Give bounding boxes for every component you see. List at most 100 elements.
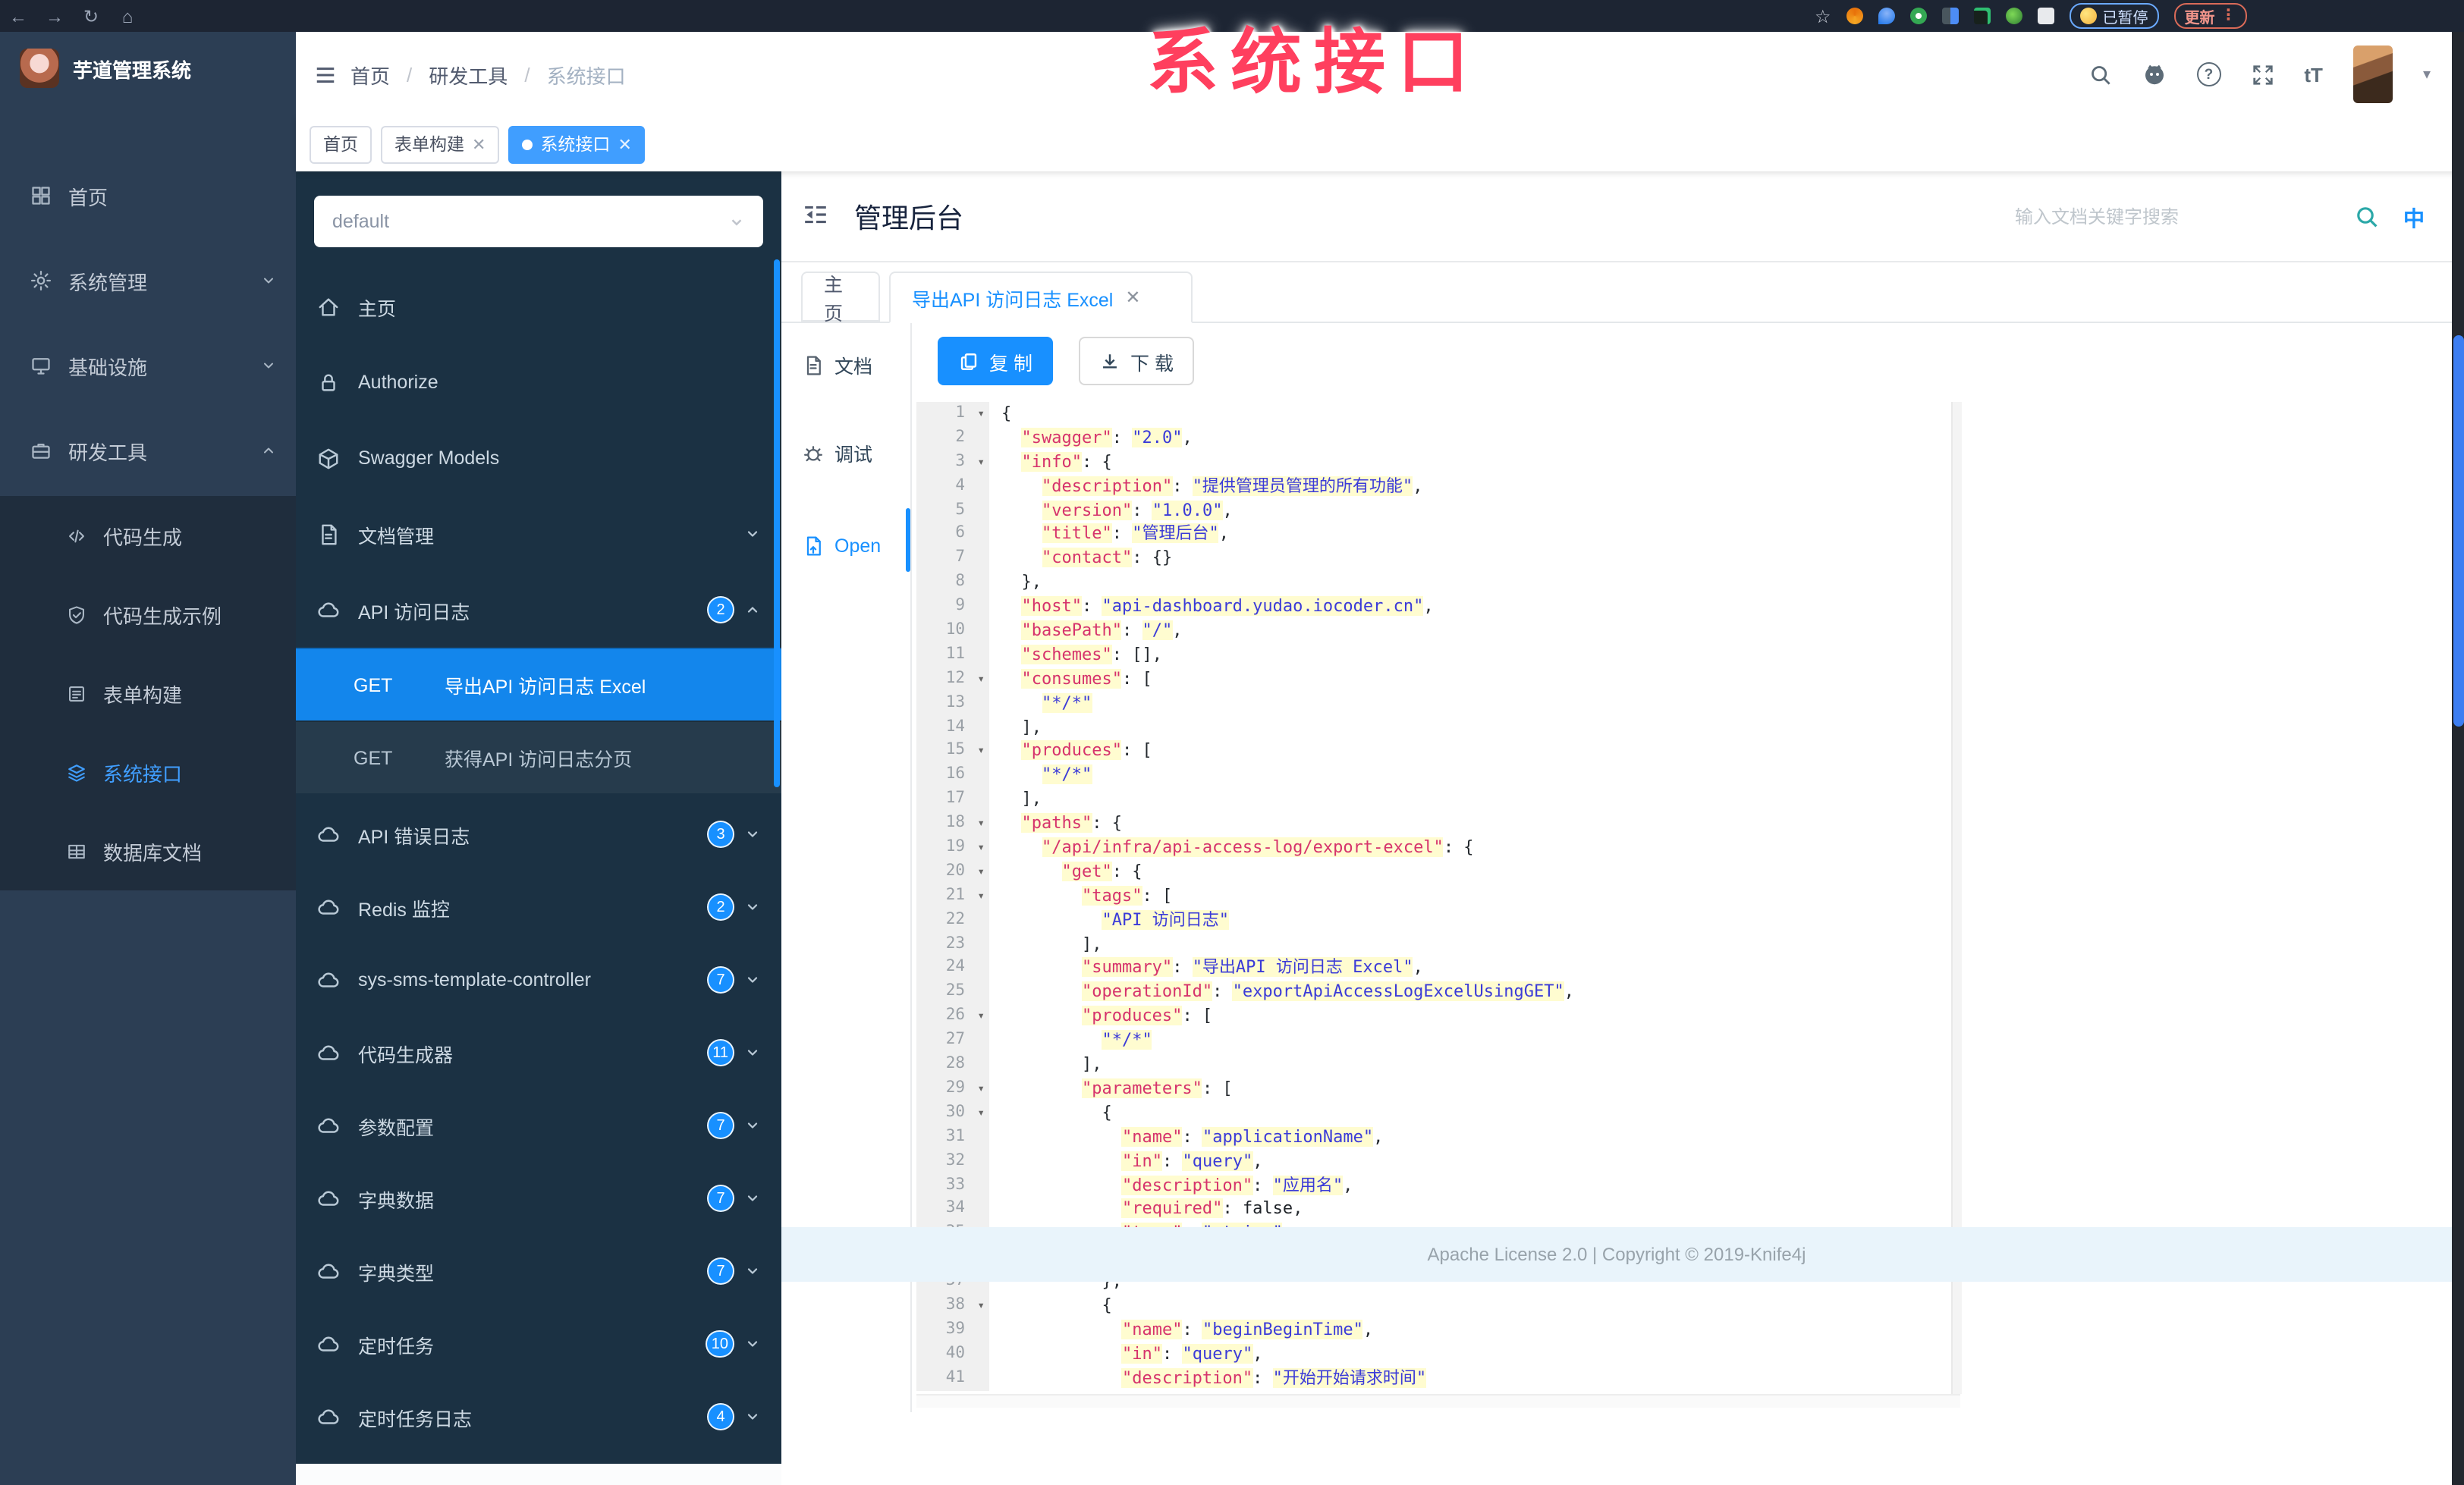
- extension-icon[interactable]: [1941, 8, 1959, 24]
- breadcrumb-item[interactable]: 系统接口: [547, 60, 626, 89]
- swagger-nav-主页[interactable]: 主页: [296, 268, 781, 344]
- swagger-group-定时任务日志[interactable]: 定时任务日志 4: [296, 1379, 781, 1455]
- fold-caret-icon[interactable]: ▾: [977, 812, 985, 836]
- fold-caret-icon[interactable]: ▾: [977, 1101, 985, 1126]
- extension-icon[interactable]: [1878, 8, 1895, 24]
- line-number[interactable]: 23: [916, 932, 989, 956]
- swagger-nav-Authorize[interactable]: Authorize: [296, 344, 781, 420]
- tag-tab-系统接口[interactable]: 系统接口 ✕: [508, 125, 646, 163]
- line-number[interactable]: 33: [916, 1173, 989, 1198]
- swagger-group-定时任务[interactable]: 定时任务 10: [296, 1306, 781, 1382]
- line-number[interactable]: 24: [916, 956, 989, 981]
- api-group-select[interactable]: default: [314, 196, 763, 247]
- tag-tab-表单构建[interactable]: 表单构建 ✕: [381, 125, 500, 163]
- swagger-group-字典类型[interactable]: 字典类型 7: [296, 1233, 781, 1309]
- extension-icon[interactable]: [1973, 8, 1991, 24]
- fold-caret-icon[interactable]: ▾: [977, 402, 985, 426]
- line-number[interactable]: 12 ▾: [916, 667, 989, 692]
- line-number[interactable]: 7: [916, 546, 989, 571]
- line-number[interactable]: 2: [916, 425, 989, 451]
- swagger-nav-API 访问日志[interactable]: API 访问日志 2: [296, 572, 781, 648]
- line-number[interactable]: 1 ▾: [916, 402, 989, 426]
- line-number[interactable]: 6: [916, 522, 989, 547]
- sidebar-subitem-表单构建[interactable]: 表单构建: [0, 654, 296, 733]
- extension-icon[interactable]: [2005, 8, 2022, 24]
- line-number[interactable]: 5: [916, 498, 989, 523]
- line-number[interactable]: 27: [916, 1028, 989, 1053]
- fold-caret-icon[interactable]: ▾: [977, 1294, 985, 1318]
- breadcrumb-item[interactable]: 首页: [350, 60, 390, 89]
- line-number[interactable]: 41: [916, 1366, 989, 1391]
- line-number[interactable]: 15 ▾: [916, 739, 989, 764]
- line-number[interactable]: 22: [916, 908, 989, 933]
- fold-caret-icon[interactable]: ▾: [977, 739, 985, 764]
- extensions-puzzle-icon[interactable]: [2037, 8, 2054, 24]
- line-number[interactable]: 40: [916, 1342, 989, 1367]
- sidebar-subitem-代码生成[interactable]: 代码生成: [0, 496, 296, 575]
- fold-caret-icon[interactable]: ▾: [977, 451, 985, 475]
- extension-icon[interactable]: [1846, 8, 1863, 24]
- close-icon[interactable]: ✕: [618, 134, 631, 154]
- line-number[interactable]: 21 ▾: [916, 884, 989, 909]
- tag-tab-首页[interactable]: 首页: [310, 125, 372, 163]
- line-number[interactable]: 10: [916, 619, 989, 643]
- sidebar-subitem-代码生成示例[interactable]: 代码生成示例: [0, 575, 296, 654]
- line-number[interactable]: 26 ▾: [916, 1004, 989, 1029]
- search-icon[interactable]: [2088, 63, 2111, 86]
- line-number[interactable]: 31: [916, 1125, 989, 1150]
- swagger-nav-文档管理[interactable]: 文档管理: [296, 496, 781, 572]
- swagger-group-代码生成器[interactable]: 代码生成器 11: [296, 1015, 781, 1091]
- line-number[interactable]: 34: [916, 1197, 989, 1222]
- browser-update-chip[interactable]: 更新 ⋮: [2173, 3, 2247, 29]
- fold-caret-icon[interactable]: ▾: [977, 1005, 985, 1029]
- github-icon[interactable]: [2142, 62, 2166, 86]
- close-icon[interactable]: ✕: [1125, 287, 1140, 308]
- browser-home-icon[interactable]: ⌂: [109, 5, 146, 27]
- browser-menu-icon[interactable]: ⋮: [2221, 8, 2236, 24]
- user-caret-icon[interactable]: ▾: [2423, 66, 2431, 83]
- language-icon[interactable]: 中: [2403, 203, 2425, 234]
- help-icon[interactable]: ?: [2196, 62, 2221, 86]
- operation-获得API 访问日志分页[interactable]: GET 获得API 访问日志分页: [296, 721, 781, 793]
- line-number[interactable]: 13: [916, 691, 989, 716]
- collapse-menu-icon[interactable]: [803, 202, 828, 228]
- sidebar-item-系统管理[interactable]: 系统管理: [0, 238, 296, 323]
- swagger-group-sys-sms-template-controller[interactable]: sys-sms-template-controller 7: [296, 942, 781, 1018]
- line-number[interactable]: 28: [916, 1053, 989, 1077]
- fold-caret-icon[interactable]: ▾: [977, 884, 985, 909]
- profile-paused-chip[interactable]: 已暂停: [2069, 3, 2159, 29]
- swagger-nav-Swagger Models[interactable]: Swagger Models: [296, 420, 781, 496]
- sidebar-item-研发工具[interactable]: 研发工具: [0, 408, 296, 493]
- line-number[interactable]: 19 ▾: [916, 836, 989, 860]
- doc-search-icon[interactable]: [2355, 205, 2379, 229]
- line-number[interactable]: 16: [916, 763, 989, 788]
- browser-reload-icon[interactable]: ↻: [73, 5, 109, 27]
- doc-tab-主页[interactable]: 主页: [801, 272, 880, 324]
- swagger-group-Redis 监控[interactable]: Redis 监控 2: [296, 869, 781, 945]
- line-number[interactable]: 29 ▾: [916, 1076, 989, 1101]
- breadcrumb-item[interactable]: 研发工具: [429, 60, 508, 89]
- fold-caret-icon[interactable]: ▾: [977, 836, 985, 860]
- download-button[interactable]: 下 载: [1079, 337, 1195, 385]
- line-number[interactable]: 38 ▾: [916, 1293, 989, 1318]
- sidebar-subitem-数据库文档[interactable]: 数据库文档: [0, 812, 296, 890]
- page-scrollbar-thumb[interactable]: [2453, 335, 2463, 727]
- line-number[interactable]: 20 ▾: [916, 859, 989, 884]
- mini-nav-Open[interactable]: Open: [803, 535, 881, 557]
- line-number[interactable]: 32: [916, 1149, 989, 1173]
- line-number[interactable]: 11: [916, 642, 989, 667]
- page-scrollbar[interactable]: [2452, 32, 2464, 1485]
- line-number[interactable]: 3 ▾: [916, 450, 989, 475]
- doc-tab-导出API 访问日志 Excel[interactable]: 导出API 访问日志 Excel ✕: [889, 272, 1193, 323]
- swagger-group-API 错误日志[interactable]: API 错误日志 3: [296, 796, 781, 872]
- line-number[interactable]: 4: [916, 474, 989, 499]
- line-number[interactable]: 14: [916, 715, 989, 739]
- swagger-group-参数配置[interactable]: 参数配置 7: [296, 1088, 781, 1163]
- sidebar-scrollbar-thumb[interactable]: [774, 259, 780, 787]
- line-number[interactable]: 17: [916, 787, 989, 812]
- line-number[interactable]: 18 ▾: [916, 812, 989, 837]
- browser-forward-icon[interactable]: →: [36, 5, 73, 27]
- fold-caret-icon[interactable]: ▾: [977, 667, 985, 692]
- line-number[interactable]: 39: [916, 1317, 989, 1342]
- sidebar-item-基础设施[interactable]: 基础设施: [0, 323, 296, 408]
